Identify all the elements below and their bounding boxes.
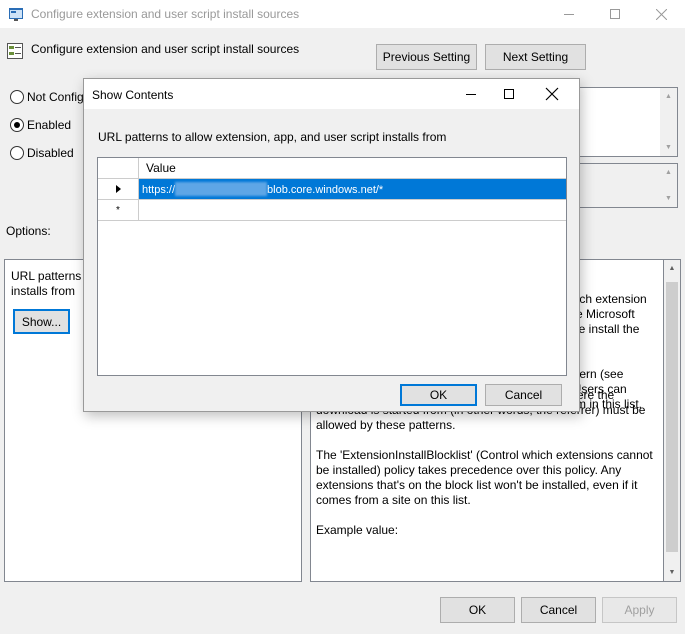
column-header-value[interactable]: Value [146, 161, 176, 175]
scroll-up-icon[interactable]: ▲ [664, 260, 680, 277]
supported-scrollbar[interactable]: ▲ ▼ [660, 164, 677, 207]
help-paragraph: The 'ExtensionInstallBlocklist' (Control… [316, 448, 653, 507]
scroll-up-icon[interactable]: ▲ [660, 164, 677, 181]
radio-enabled[interactable] [10, 118, 24, 132]
comment-scrollbar[interactable]: ▲ ▼ [660, 88, 677, 156]
radio-enabled-label: Enabled [27, 118, 72, 132]
value-cell[interactable]: https:// blob.core.windows.net/* [139, 179, 566, 199]
radio-disabled[interactable] [10, 146, 24, 160]
value-cell-new[interactable] [139, 200, 566, 220]
close-icon [655, 8, 667, 20]
minimize-icon [564, 13, 574, 15]
dialog-title: Show Contents [92, 88, 174, 102]
scroll-down-icon[interactable]: ▼ [660, 190, 677, 207]
row-header-new[interactable]: * [98, 200, 139, 220]
options-heading: Options: [6, 224, 51, 238]
scroll-thumb[interactable] [666, 282, 678, 552]
setting-icon [7, 43, 23, 59]
dialog-title-bar: Show Contents [84, 79, 579, 109]
grid-header: Value [98, 158, 566, 179]
grid-corner [98, 158, 139, 178]
table-row-new[interactable]: * [98, 200, 566, 221]
redacted-text [175, 182, 268, 196]
close-button[interactable] [638, 0, 684, 28]
cancel-button[interactable]: Cancel [521, 597, 596, 623]
ok-button[interactable]: OK [440, 597, 515, 623]
policy-editor-window: Configure extension and user script inst… [0, 0, 685, 634]
help-paragraph: Example value: [316, 523, 399, 537]
dialog-close-icon[interactable] [543, 85, 561, 103]
next-setting-button[interactable]: Next Setting [485, 44, 586, 70]
previous-setting-button[interactable]: Previous Setting [376, 44, 477, 70]
dialog-minimize-icon[interactable] [466, 94, 476, 95]
table-row[interactable]: https:// blob.core.windows.net/* [98, 179, 566, 200]
show-contents-dialog: Show Contents URL patterns to allow exte… [83, 78, 580, 412]
apply-button[interactable]: Apply [602, 597, 677, 623]
scroll-up-icon[interactable]: ▲ [660, 88, 677, 105]
title-bar: Configure extension and user script inst… [0, 0, 685, 28]
dialog-description: URL patterns to allow extension, app, an… [98, 130, 447, 144]
policy-app-icon [9, 8, 23, 21]
url-prefix: https:// [142, 184, 176, 196]
dialog-ok-button[interactable]: OK [400, 384, 477, 406]
supported-on-box: ▲ ▼ [566, 163, 678, 208]
row-header[interactable] [98, 179, 139, 199]
radio-not-configured-label: Not Config [27, 90, 84, 104]
show-button[interactable]: Show... [13, 309, 70, 334]
help-text: Both the location of the *.crx file and … [316, 388, 661, 553]
scroll-down-icon[interactable]: ▼ [664, 564, 680, 581]
comment-box[interactable]: ▲ ▼ [566, 87, 678, 157]
dialog-cancel-button[interactable]: Cancel [485, 384, 562, 406]
scroll-down-icon[interactable]: ▼ [660, 139, 677, 156]
radio-disabled-label: Disabled [27, 146, 74, 160]
radio-not-configured[interactable] [10, 90, 24, 104]
current-row-icon [115, 185, 121, 193]
minimize-button[interactable] [546, 0, 592, 28]
window-title: Configure extension and user script inst… [31, 7, 300, 21]
help-scrollbar[interactable]: ▲ ▼ [664, 259, 681, 582]
url-suffix: blob.core.windows.net/* [267, 184, 384, 196]
maximize-button[interactable] [592, 0, 638, 28]
setting-title: Configure extension and user script inst… [31, 42, 300, 56]
values-grid[interactable]: Value https:// blob.core.windows.net/* * [97, 157, 567, 376]
maximize-icon [610, 9, 620, 19]
dialog-maximize-icon[interactable] [504, 89, 514, 99]
